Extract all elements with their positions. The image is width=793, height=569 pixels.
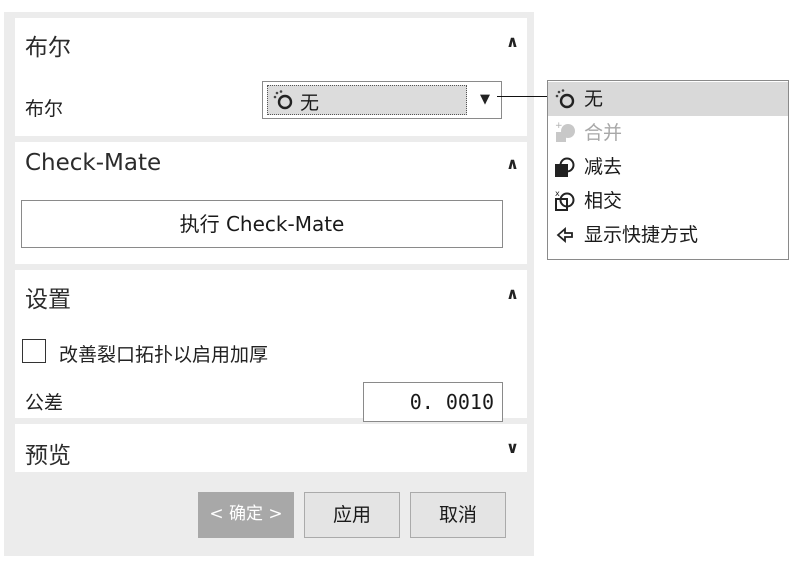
boolean-field-label: 布尔: [25, 98, 64, 120]
apply-button[interactable]: 应用: [304, 492, 400, 538]
chevron-up-icon[interactable]: ∧: [506, 154, 519, 173]
dropdown-option-subtract[interactable]: 减去: [548, 150, 788, 184]
svg-text:x: x: [555, 189, 560, 198]
dropdown-option-unite[interactable]: + 合并: [548, 116, 788, 150]
dropdown-option-label: 相交: [584, 190, 623, 212]
boolean-dropdown-menu: 无 + 合并 减去 x 相交 显示快捷方式: [547, 80, 789, 260]
shortcut-arrow-icon: [556, 227, 573, 243]
bool-intersect-icon: x: [555, 189, 575, 211]
chevron-up-icon[interactable]: ∧: [506, 284, 519, 303]
dropdown-option-show-shortcuts[interactable]: 显示快捷方式: [548, 218, 788, 252]
bool-subtract-icon: [555, 157, 575, 177]
boolean-select[interactable]: 无 ▼: [262, 81, 502, 119]
dropdown-option-label: 显示快捷方式: [584, 224, 699, 246]
dropdown-option-intersect[interactable]: x 相交: [548, 184, 788, 218]
dropdown-option-label: 减去: [584, 156, 623, 178]
dropdown-option-label: 无: [584, 88, 604, 110]
section-title-checkmate: Check-Mate: [25, 150, 162, 176]
boolean-select-value[interactable]: 无: [267, 85, 467, 115]
bool-none-icon: [273, 90, 293, 110]
ok-button[interactable]: < 确定 >: [198, 492, 294, 538]
cancel-button[interactable]: 取消: [410, 492, 506, 538]
chevron-down-icon[interactable]: ∨: [506, 438, 519, 457]
chevron-up-icon[interactable]: ∧: [506, 32, 519, 51]
tolerance-input[interactable]: 0. 0010: [363, 382, 503, 422]
section-title-boolean: 布尔: [25, 35, 71, 61]
section-title-settings: 设置: [25, 287, 71, 313]
section-title-preview: 预览: [25, 443, 71, 469]
dropdown-connector-line: [497, 96, 549, 97]
svg-text:+: +: [555, 121, 563, 131]
section-preview: 预览 ∨: [15, 424, 527, 472]
bool-unite-icon: +: [555, 121, 575, 142]
dropdown-option-label: 合并: [584, 122, 623, 144]
dropdown-option-none[interactable]: 无: [548, 82, 788, 116]
improve-topology-checkbox[interactable]: [22, 339, 46, 363]
dialog-panel: 布尔 ∧ 布尔 Check-Mate ∧ 设置 ∧ 改善裂口拓扑以启用加厚 公差…: [4, 12, 534, 556]
boolean-select-text: 无: [300, 92, 320, 114]
tolerance-label: 公差: [25, 392, 64, 414]
execute-checkmate-button[interactable]: 执行 Check-Mate: [21, 200, 503, 248]
bool-none-icon: [555, 89, 575, 109]
dropdown-arrow-icon[interactable]: ▼: [473, 82, 497, 118]
checkbox-label: 改善裂口拓扑以启用加厚: [59, 344, 269, 366]
